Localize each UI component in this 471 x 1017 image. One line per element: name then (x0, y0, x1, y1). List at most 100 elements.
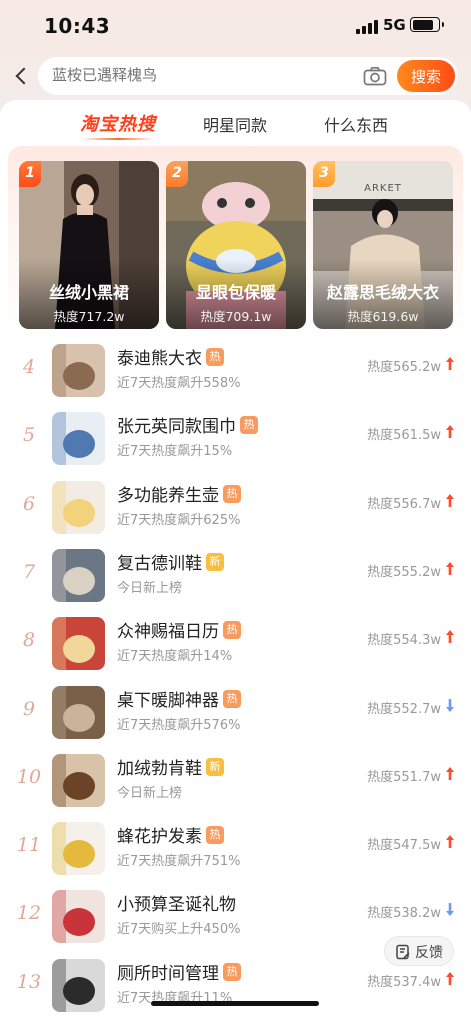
trend-down-arrow-icon (446, 698, 454, 712)
trend-up-arrow-icon (446, 835, 454, 849)
row-subtitle: 近7天热度飙升14% (117, 649, 233, 665)
hot-badge: 热 (206, 348, 224, 366)
tab-taobao-hot-search[interactable]: 淘宝热搜 (80, 110, 156, 140)
row-title: 泰迪熊大衣 (117, 349, 202, 369)
rank-number: 12 (16, 902, 42, 925)
row-subtitle: 近7天热度飙升576% (117, 717, 241, 733)
rank-badge: 1 (19, 161, 41, 187)
top-card-heat: 热度717.2w (53, 309, 125, 324)
camera-icon[interactable] (363, 66, 387, 86)
search-box[interactable]: 搜索 (38, 57, 458, 95)
rank-number: 10 (16, 765, 42, 788)
row-heat: 热度547.5w (367, 838, 441, 854)
row-subtitle: 近7天热度飙升751% (117, 854, 241, 870)
top-card-2[interactable]: 2 显眼包保暖 热度709.1w (166, 161, 306, 329)
hot-badge: 热 (206, 826, 224, 845)
top-card-title: 丝绒小黑裙 (48, 283, 129, 302)
trend-up-arrow-icon (446, 493, 454, 507)
row-title: 张元英同款围巾 (117, 417, 236, 438)
hot-badge: 热 (223, 621, 241, 640)
rank-number: 4 (22, 356, 36, 378)
row-subtitle: 近7天热度飙升625% (117, 512, 241, 528)
product-thumbnail (52, 753, 105, 807)
hot-search-row[interactable]: 10 加绒勃肯鞋 新 今日新上榜 热度551.7w (0, 750, 471, 818)
top-card-title: 显眼包保暖 (195, 283, 276, 302)
tab-what-is-it[interactable]: 什么东西 (324, 112, 388, 136)
hot-search-row[interactable]: 5 张元英同款围巾 热 近7天热度飙升15% 热度561.5w (0, 408, 471, 476)
top-card-3[interactable]: ARKET 3 赵露思毛绒大衣 热度619.6w (313, 161, 453, 329)
hot-search-row[interactable]: 6 多功能养生壶 热 近7天热度飙升625% 热度556.7w (0, 477, 471, 545)
top-card-heat: 热度619.6w (347, 309, 419, 324)
row-title: 桌下暖脚神器 (117, 690, 219, 711)
row-subtitle: 近7天热度飙升15% (117, 444, 233, 460)
home-indicator (151, 1001, 319, 1006)
row-title: 复古德训鞋 (117, 553, 202, 574)
rank-number: 9 (22, 697, 36, 720)
status-bar: 10:43 5G (0, 0, 471, 52)
row-heat: 热度554.3w (367, 633, 441, 649)
product-thumbnail (52, 890, 105, 944)
row-heat: 热度551.7w (367, 769, 441, 785)
rank-badge: 3 (313, 161, 335, 187)
hot-search-row[interactable]: 9 桌下暖脚神器 热 近7天热度飙升576% 热度552.7w (0, 682, 471, 750)
tab-celebrity-same-style[interactable]: 明星同款 (203, 112, 267, 136)
network-type: 5G (383, 16, 406, 34)
row-title: 蜂花护发素 (117, 827, 202, 848)
hot-badge: 热 (223, 484, 241, 503)
hot-badge: 热 (223, 689, 241, 708)
hot-search-row[interactable]: 11 蜂花护发素 热 近7天热度飙升751% 热度547.5w (0, 818, 471, 886)
new-badge: 新 (206, 757, 224, 776)
new-badge: 新 (206, 552, 224, 571)
row-title: 加绒勃肯鞋 (117, 758, 202, 779)
feedback-icon (396, 944, 410, 960)
hot-search-row[interactable]: 4 泰迪熊大衣 热 近7天热度飙升558% 热度565.2w (0, 340, 471, 408)
rank-number: 11 (16, 834, 42, 857)
row-heat: 热度565.2w (367, 360, 441, 375)
row-title: 厕所时间管理 (117, 963, 219, 984)
trend-up-arrow-icon (446, 561, 454, 575)
hot-search-row[interactable]: 8 众神赐福日历 热 近7天热度飙升14% 热度554.3w (0, 613, 471, 681)
row-title: 多功能养生壶 (117, 485, 219, 506)
top3-section: 1 丝绒小黑裙 热度717.2w 2 显眼包保暖 热度709.1w ARKET … (8, 146, 463, 336)
row-subtitle: 今日新上榜 (117, 580, 183, 596)
trend-up-arrow-icon (446, 971, 454, 985)
trend-up-arrow-icon (446, 425, 454, 439)
rank-number: 8 (22, 629, 36, 652)
row-heat: 热度538.2w (367, 906, 441, 922)
hot-search-row[interactable]: 7 复古德训鞋 新 今日新上榜 热度555.2w (0, 545, 471, 613)
search-button[interactable]: 搜索 (397, 60, 455, 92)
row-heat: 热度561.5w (367, 428, 441, 444)
row-subtitle: 近7天热度飙升558% (117, 376, 241, 391)
row-subtitle: 今日新上榜 (117, 785, 183, 801)
status-time: 10:43 (44, 14, 111, 38)
top-card-heat: 热度709.1w (200, 309, 272, 324)
top-card-1[interactable]: 1 丝绒小黑裙 热度717.2w (19, 161, 159, 329)
row-heat: 热度556.7w (367, 496, 441, 512)
product-thumbnail (52, 548, 105, 602)
trend-down-arrow-icon (446, 903, 454, 917)
image-store-sign: ARKET (364, 183, 402, 194)
rank-number: 6 (22, 492, 36, 515)
hot-badge: 热 (240, 416, 258, 435)
feedback-label: 反馈 (415, 945, 443, 961)
search-input[interactable] (52, 66, 342, 84)
cellular-signal-icon (356, 20, 378, 34)
row-title: 小预算圣诞礼物 (117, 895, 236, 916)
row-subtitle: 近7天购买上升450% (117, 922, 241, 938)
trend-up-arrow-icon (446, 357, 454, 370)
rank-badge: 2 (166, 161, 188, 187)
product-thumbnail (52, 412, 105, 466)
rank-number: 7 (22, 560, 36, 583)
product-thumbnail (52, 480, 105, 534)
battery-icon (410, 17, 444, 32)
top-card-title: 赵露思毛绒大衣 (326, 283, 439, 302)
product-thumbnail (52, 958, 105, 1012)
product-thumbnail (52, 685, 105, 739)
hot-search-panel: 淘宝热搜 明星同款 什么东西 1 丝绒小黑裙 热度717.2w 2 显眼包保暖 … (0, 100, 471, 1017)
back-chevron-icon[interactable] (12, 62, 34, 90)
row-title: 众神赐福日历 (117, 622, 219, 643)
trend-up-arrow-icon (446, 766, 454, 780)
row-heat: 热度555.2w (367, 564, 441, 580)
row-heat: 热度552.7w (367, 701, 441, 717)
feedback-button[interactable]: 反馈 (384, 936, 454, 966)
